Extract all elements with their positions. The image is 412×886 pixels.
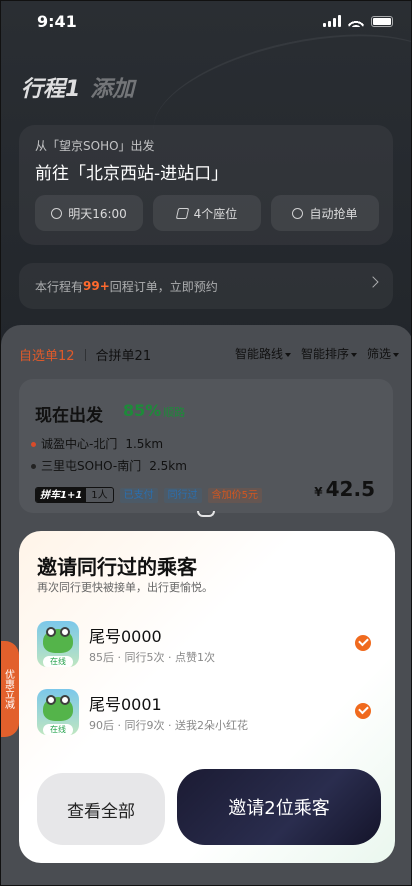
app-screen: 9:41 行程1 添加 从「望京SOHO」出发 前往「北京西站-进站口」 明天16… [0, 0, 412, 886]
invite-title: 邀请同行过的乘客 [37, 555, 197, 579]
checkbox-checked-icon[interactable] [355, 703, 371, 719]
stop-name: 三里屯SOHO-南门 [41, 459, 142, 473]
tab-self-select[interactable]: 自选单12 [19, 345, 75, 364]
departure-time-chip[interactable]: 明天16:00 [35, 195, 143, 231]
route-card: 从「望京SOHO」出发 前往「北京西站-进站口」 明天16:00 4个座位 自动… [19, 125, 393, 245]
passenger-meta: 90后 · 同行9次 · 送我2朵小红花 [89, 719, 248, 732]
passenger-item[interactable]: 在线 尾号0000 85后 · 同行5次 · 点赞1次 [37, 621, 379, 673]
stop-distance: 1.5km [125, 437, 164, 451]
passenger-item[interactable]: 在线 尾号0001 90后 · 同行9次 · 送我2朵小红花 [37, 689, 379, 741]
view-all-button[interactable]: 查看全部 [37, 773, 165, 845]
filter-route[interactable]: 智能路线 [235, 345, 291, 362]
status-icons [323, 15, 393, 27]
signal-icon [323, 15, 341, 27]
auto-grab-chip[interactable]: 自动抢单 [271, 195, 379, 231]
trip-header: 行程1 添加 [21, 71, 134, 103]
return-suffix: 回程订单，立即预约 [109, 279, 218, 294]
tag-surcharge: 含加价5元 [207, 487, 263, 503]
tab-combined[interactable]: 合拼单21 [96, 345, 152, 364]
online-badge: 在线 [43, 724, 73, 735]
discount-side-tab[interactable]: 优惠立减 [1, 641, 19, 737]
chip-label: 自动抢单 [309, 206, 358, 221]
stop-dot-icon [31, 442, 36, 447]
passenger-name: 尾号0000 [89, 627, 162, 646]
status-bar: 9:41 [1, 1, 411, 45]
order-tags: 拼车1+1 1人 已支付 同行过 含加价5元 [35, 487, 263, 503]
order-price: ¥42.5 [314, 477, 375, 501]
passenger-meta: 85后 · 同行5次 · 点赞1次 [89, 651, 215, 664]
chip-label: 明天16:00 [68, 206, 127, 221]
chevron-down-icon[interactable] [197, 511, 215, 517]
seat-icon [175, 207, 189, 219]
filter-more[interactable]: 筛选 [367, 345, 399, 362]
online-badge: 在线 [43, 656, 73, 667]
stop-dropoff: 三里屯SOHO-南门 2.5km [31, 457, 187, 474]
match-label: 顺路 [163, 406, 186, 419]
tab-divider [84, 348, 86, 361]
match-rate: 85% 顺路 [123, 401, 185, 420]
route-chips: 明天16:00 4个座位 自动抢单 [35, 195, 379, 231]
clock-icon [51, 207, 63, 219]
avatar-eye [46, 695, 56, 705]
stop-dot-icon [31, 464, 36, 469]
invite-passengers-button[interactable]: 邀请2位乘客 [177, 769, 381, 845]
avatar-eye [60, 627, 70, 637]
avatar-eye [46, 627, 56, 637]
seat-count-chip[interactable]: 4个座位 [153, 195, 261, 231]
stop-pickup: 诚盈中心-北门 1.5km [31, 435, 163, 452]
currency-symbol: ¥ [314, 485, 323, 499]
stop-name: 诚盈中心-北门 [41, 437, 118, 451]
carpool-label: 拼车1+1 [36, 488, 87, 502]
wifi-icon [348, 15, 364, 27]
return-orders-bar[interactable]: 本行程有 99+ 回程订单，立即预约 [19, 263, 393, 309]
order-card[interactable]: 现在出发 85% 顺路 诚盈中心-北门 1.5km 三里屯SOHO-南门 2.5km … [19, 379, 393, 513]
route-from: 从「望京SOHO」出发 [35, 139, 155, 153]
list-tabs: 自选单12 合拼单21 [19, 345, 151, 364]
route-to: 前往「北京西站-进站口」 [35, 164, 229, 184]
passenger-name: 尾号0001 [89, 695, 162, 714]
return-count: 99+ [83, 279, 110, 293]
checkbox-checked-icon[interactable] [355, 635, 371, 651]
auto-grab-icon [292, 207, 304, 219]
add-trip-tab[interactable]: 添加 [90, 77, 134, 102]
avatar: 在线 [37, 621, 79, 667]
trip-title[interactable]: 行程1 [21, 77, 80, 102]
tag-rode-before: 同行过 [163, 487, 202, 503]
invite-sheet: 邀请同行过的乘客 再次同行更快被接单，出行更愉悦。 在线 尾号0000 85后 … [19, 531, 395, 863]
carpool-count: 1人 [91, 490, 108, 501]
avatar: 在线 [37, 689, 79, 735]
status-time: 9:41 [37, 12, 77, 31]
order-title: 现在出发 [35, 406, 103, 426]
battery-icon [371, 15, 393, 27]
price-value: 42.5 [325, 477, 375, 501]
filter-sort[interactable]: 智能排序 [301, 345, 357, 362]
list-filters: 智能路线 智能排序 筛选 [235, 345, 399, 362]
invite-subtitle: 再次同行更快被接单，出行更愉悦。 [37, 581, 213, 594]
carpool-badge: 拼车1+1 1人 [35, 487, 114, 503]
avatar-eye [60, 695, 70, 705]
return-prefix: 本行程有 [35, 279, 84, 294]
stop-distance: 2.5km [149, 459, 187, 473]
chip-label: 4个座位 [193, 206, 238, 221]
tag-paid: 已支付 [119, 487, 158, 503]
match-pct: 85% [123, 401, 162, 420]
chevron-right-icon [367, 276, 379, 288]
